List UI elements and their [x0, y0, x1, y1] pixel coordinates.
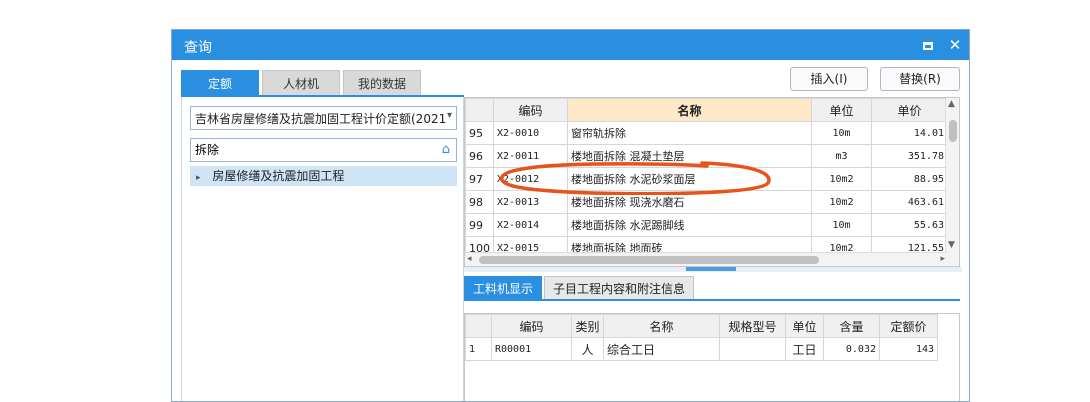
row-name: 楼地面拆除 水泥砂浆面层 — [567, 167, 812, 191]
scroll-left-icon[interactable]: ◂ — [467, 254, 472, 264]
row-price: 14.01 — [871, 121, 948, 145]
library-select-value: 吉林省房屋修缮及抗震加固工程计价定额(2021 — [195, 112, 447, 126]
row-name: 楼地面拆除 水泥踢脚线 — [567, 213, 812, 237]
quota-header-row: 编码 名称 单位 单价 — [465, 98, 948, 122]
table-row[interactable]: 97 X2-0012 楼地面拆除 水泥砂浆面层 10m2 88.95 — [465, 167, 948, 191]
col-code-header[interactable]: 编码 — [493, 98, 568, 122]
scroll-up-icon[interactable]: ▲ — [948, 99, 955, 109]
row-spec — [719, 337, 786, 361]
col-index-header — [465, 314, 492, 338]
table-row[interactable]: 1 R00001 人 综合工日 工日 0.032 143 — [465, 337, 938, 361]
row-index: 99 — [465, 213, 494, 237]
tree-item-label: 房屋修缮及抗震加固工程 — [212, 169, 345, 183]
quota-grid: 编码 名称 单位 单价 95 X2-0010 窗帘轨拆除 10m 14.01 9… — [464, 97, 960, 267]
window-title: 查询 — [184, 40, 212, 56]
col-index-header — [465, 98, 494, 122]
col-price-header[interactable]: 单价 — [871, 98, 948, 122]
tab-work-content[interactable]: 子目工程内容和附注信息 — [544, 276, 694, 300]
col-unit-header[interactable]: 单位 — [785, 314, 824, 338]
resource-grid: 编码 类别 名称 规格型号 单位 含量 定额价 1 R00001 人 综合工日 … — [464, 313, 960, 401]
row-name: 综合工日 — [603, 337, 720, 361]
tab-materials[interactable]: 人材机 — [262, 70, 340, 96]
row-index: 97 — [465, 167, 494, 191]
row-index: 95 — [465, 121, 494, 145]
row-index: 1 — [465, 337, 492, 361]
col-name-header[interactable]: 名称 — [567, 98, 812, 122]
row-unit: 10m2 — [811, 190, 872, 214]
resource-table: 编码 类别 名称 规格型号 单位 含量 定额价 1 R00001 人 综合工日 … — [465, 314, 938, 361]
row-name: 窗帘轨拆除 — [567, 121, 812, 145]
resource-header-row: 编码 类别 名称 规格型号 单位 含量 定额价 — [465, 314, 938, 338]
row-code: R00001 — [491, 337, 572, 361]
row-price: 55.63 — [871, 213, 948, 237]
row-code: X2-0013 — [493, 190, 568, 214]
quota-table: 编码 名称 单位 单价 95 X2-0010 窗帘轨拆除 10m 14.01 9… — [465, 98, 948, 260]
row-price: 88.95 — [871, 167, 948, 191]
row-unit: 10m2 — [811, 167, 872, 191]
tab-quota[interactable]: 定额 — [181, 70, 259, 96]
col-price-header[interactable]: 定额价 — [879, 314, 938, 338]
scroll-thumb[interactable] — [949, 120, 957, 142]
row-type: 人 — [571, 337, 604, 361]
scroll-right-icon[interactable]: ▸ — [940, 254, 945, 264]
replace-button[interactable]: 替换(R) — [880, 67, 960, 91]
title-bar: 查询 ✕ — [172, 30, 969, 60]
tree-item-repair-works[interactable]: ▸ 房屋修缮及抗震加固工程 — [190, 166, 457, 186]
search-field[interactable]: ⌂ — [190, 138, 457, 162]
filter-icon[interactable]: ⌂ — [442, 142, 450, 157]
splitter-grip[interactable] — [686, 267, 736, 271]
search-input[interactable] — [195, 142, 415, 156]
row-name: 楼地面拆除 现浇水磨石 — [567, 190, 812, 214]
row-price: 351.78 — [871, 144, 948, 168]
library-select[interactable]: 吉林省房屋修缮及抗震加固工程计价定额(2021 ▾ — [190, 106, 457, 130]
table-row[interactable]: 99 X2-0014 楼地面拆除 水泥踢脚线 10m 55.63 — [465, 213, 948, 237]
close-icon[interactable]: ✕ — [945, 35, 965, 55]
panel-splitter[interactable] — [464, 267, 962, 272]
row-unit: 工日 — [785, 337, 824, 361]
vertical-scrollbar[interactable]: ▲ ▼ — [945, 98, 959, 266]
maximize-icon[interactable] — [918, 35, 938, 55]
table-row[interactable]: 96 X2-0011 楼地面拆除 混凝土垫层 m3 351.78 — [465, 144, 948, 168]
row-name: 楼地面拆除 混凝土垫层 — [567, 144, 812, 168]
lower-tab-underline — [464, 299, 960, 301]
horizontal-scrollbar[interactable]: ◂ ▸ — [465, 252, 947, 266]
tab-my-data[interactable]: 我的数据 — [343, 70, 421, 96]
tab-resource-display[interactable]: 工料机显示 — [464, 276, 542, 300]
insert-button[interactable]: 插入(I) — [790, 67, 868, 91]
col-unit-header[interactable]: 单位 — [811, 98, 872, 122]
row-code: X2-0010 — [493, 121, 568, 145]
row-price: 463.61 — [871, 190, 948, 214]
row-code: X2-0011 — [493, 144, 568, 168]
col-qty-header[interactable]: 含量 — [823, 314, 880, 338]
row-price: 143 — [879, 337, 938, 361]
col-spec-header[interactable]: 规格型号 — [719, 314, 786, 338]
row-unit: m3 — [811, 144, 872, 168]
row-unit: 10m — [811, 121, 872, 145]
col-name-header[interactable]: 名称 — [603, 314, 720, 338]
row-qty: 0.032 — [823, 337, 880, 361]
row-unit: 10m — [811, 213, 872, 237]
col-code-header[interactable]: 编码 — [491, 314, 572, 338]
table-row[interactable]: 98 X2-0013 楼地面拆除 现浇水磨石 10m2 463.61 — [465, 190, 948, 214]
row-code: X2-0012 — [493, 167, 568, 191]
row-index: 98 — [465, 190, 494, 214]
scroll-down-icon[interactable]: ▼ — [948, 240, 955, 250]
col-type-header[interactable]: 类别 — [571, 314, 604, 338]
query-dialog: 查询 ✕ 定额 人材机 我的数据 吉林省房屋修缮及抗震加固工程计价定额(2021… — [171, 29, 970, 402]
chevron-down-icon: ▾ — [446, 110, 452, 121]
row-index: 96 — [465, 144, 494, 168]
hscroll-thumb[interactable] — [479, 256, 819, 264]
tab-underline — [181, 95, 464, 97]
row-code: X2-0014 — [493, 213, 568, 237]
table-row[interactable]: 95 X2-0010 窗帘轨拆除 10m 14.01 — [465, 121, 948, 145]
caret-right-icon[interactable]: ▸ — [196, 173, 201, 183]
